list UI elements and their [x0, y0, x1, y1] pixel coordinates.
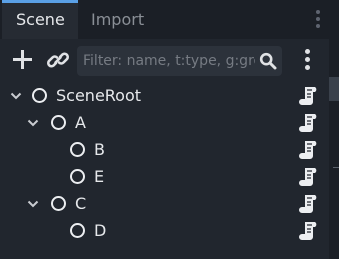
- tree-item-c[interactable]: C: [0, 191, 329, 218]
- script-icon[interactable]: [299, 193, 319, 215]
- tree-item-d[interactable]: D: [0, 218, 329, 245]
- node-icon: [51, 196, 66, 211]
- scrollbar[interactable]: [329, 39, 339, 259]
- search-icon: [259, 52, 277, 70]
- script-icon[interactable]: [299, 139, 319, 161]
- tree-item-label: B: [94, 140, 105, 159]
- add-node-button[interactable]: [10, 47, 36, 73]
- node-icon: [32, 88, 47, 103]
- tree-item-e[interactable]: E: [0, 164, 329, 191]
- tab-import[interactable]: Import: [77, 3, 158, 39]
- scene-toolbar: [0, 39, 329, 83]
- node-icon: [51, 115, 66, 130]
- dock-tab-bar: Scene Import: [0, 0, 339, 39]
- chevron-down-icon[interactable]: [26, 116, 40, 130]
- filter-field[interactable]: [77, 46, 282, 76]
- tree-item-label: A: [75, 113, 86, 132]
- tree-item-label: C: [75, 194, 87, 213]
- script-icon[interactable]: [299, 85, 319, 107]
- node-icon: [70, 142, 85, 157]
- filter-input[interactable]: [83, 50, 255, 72]
- link-icon: [47, 52, 69, 68]
- node-icon: [70, 169, 85, 184]
- tree-item-label: SceneRoot: [56, 86, 142, 105]
- script-icon[interactable]: [299, 112, 319, 134]
- tree-item-a[interactable]: A: [0, 110, 329, 137]
- chevron-down-icon[interactable]: [9, 89, 23, 103]
- tree-item-label: D: [94, 221, 107, 240]
- divider: [333, 167, 339, 168]
- scrollbar-thumb[interactable]: [329, 77, 339, 101]
- tab-menu-icon[interactable]: [311, 8, 325, 30]
- tree-item-sceneroot[interactable]: SceneRoot: [0, 83, 329, 110]
- tree-item-label: E: [94, 167, 105, 186]
- chevron-down-icon[interactable]: [26, 197, 40, 211]
- node-icon: [70, 223, 85, 238]
- tab-scene[interactable]: Scene: [2, 0, 78, 39]
- tree-item-b[interactable]: B: [0, 137, 329, 164]
- script-icon[interactable]: [299, 220, 319, 242]
- vertical-dots-icon[interactable]: [300, 48, 314, 74]
- instance-scene-button[interactable]: [45, 47, 71, 73]
- scene-dock: Scene Import SceneRo: [0, 0, 339, 259]
- script-icon[interactable]: [299, 166, 319, 188]
